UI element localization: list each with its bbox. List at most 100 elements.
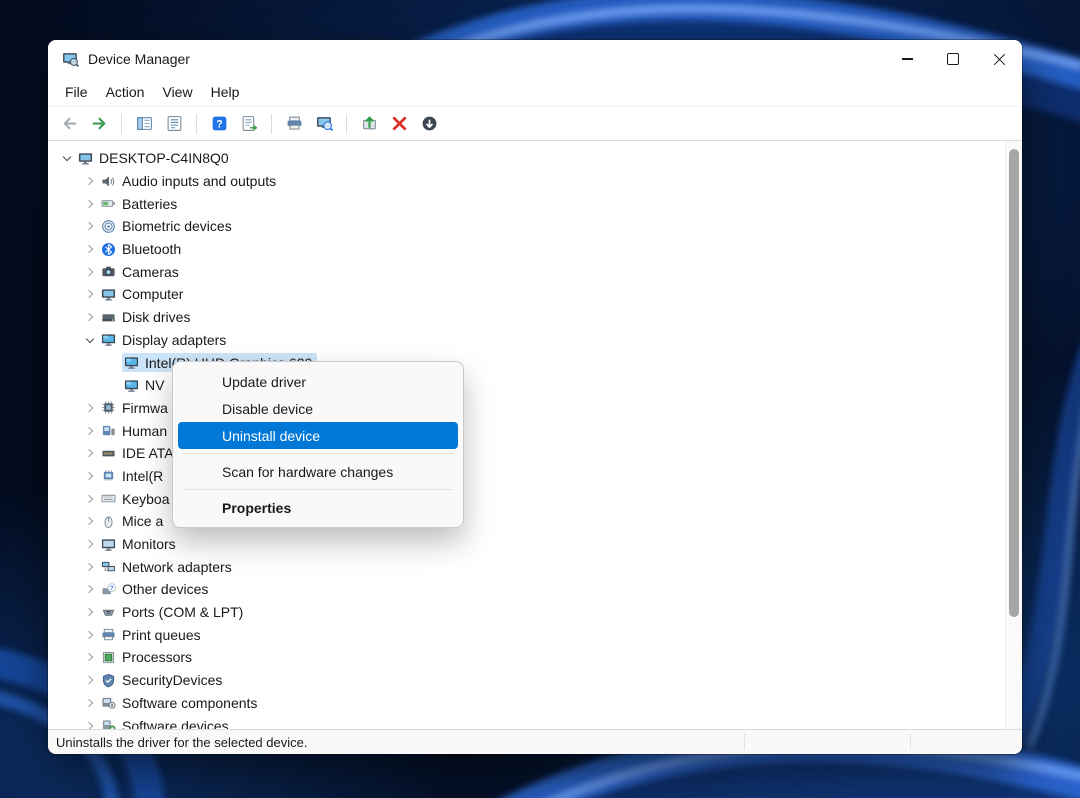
- menu-view[interactable]: View: [153, 81, 201, 103]
- chevron-right-icon[interactable]: [81, 535, 99, 553]
- scrollbar[interactable]: [1005, 141, 1022, 729]
- tree-item-label: Intel(R: [122, 469, 163, 483]
- update-driver-icon[interactable]: [356, 111, 382, 137]
- chevron-right-icon[interactable]: [81, 626, 99, 644]
- chevron-right-icon[interactable]: [81, 263, 99, 281]
- chevron-right-icon[interactable]: [81, 399, 99, 417]
- tree-item-label: Audio inputs and outputs: [122, 174, 276, 188]
- display-icon: [124, 355, 139, 370]
- unknown-icon: ?: [101, 582, 116, 597]
- minimize-button[interactable]: [884, 40, 930, 78]
- tree-item-software-components[interactable]: Software components: [48, 692, 1006, 715]
- chevron-right-icon[interactable]: [81, 558, 99, 576]
- chevron-right-icon[interactable]: [81, 308, 99, 326]
- menu-action[interactable]: Action: [97, 81, 154, 103]
- chevron-down-icon[interactable]: [58, 149, 76, 167]
- window-title: Device Manager: [88, 51, 190, 67]
- tree-item-print-queues[interactable]: Print queues: [48, 623, 1006, 646]
- tree-item-label: Software components: [122, 696, 257, 710]
- console-tree-icon[interactable]: [131, 111, 157, 137]
- disk-icon: [101, 310, 116, 325]
- chevron-right-icon[interactable]: [81, 717, 99, 729]
- scan-hardware-icon[interactable]: [311, 111, 337, 137]
- help-icon[interactable]: ?: [206, 111, 232, 137]
- firmware-icon: [101, 400, 116, 415]
- tree-item-biometric-devices[interactable]: Biometric devices: [48, 215, 1006, 238]
- chevron-right-icon[interactable]: [81, 422, 99, 440]
- tree-item-desktop-c4in8q0[interactable]: DESKTOP-C4IN8Q0: [48, 147, 1006, 170]
- context-menu-item-disable-device[interactable]: Disable device: [178, 395, 458, 422]
- tree-item-disk-drives[interactable]: Disk drives: [48, 306, 1006, 329]
- chevron-right-icon[interactable]: [81, 490, 99, 508]
- tree-item-cameras[interactable]: Cameras: [48, 260, 1006, 283]
- tree-item-label: NV: [145, 378, 164, 392]
- tree-item-bluetooth[interactable]: Bluetooth: [48, 238, 1006, 261]
- speaker-icon: [101, 174, 116, 189]
- chevron-right-icon[interactable]: [81, 444, 99, 462]
- tree-item-label: Batteries: [122, 197, 177, 211]
- uninstall-device-icon[interactable]: [386, 111, 412, 137]
- toolbar-separator: [121, 114, 122, 134]
- tree-item-label: Monitors: [122, 537, 176, 551]
- tree-item-label: Network adapters: [122, 560, 232, 574]
- context-menu-item-properties[interactable]: Properties: [178, 494, 458, 521]
- context-menu-item-uninstall-device[interactable]: Uninstall device: [178, 422, 458, 449]
- chevron-right-icon[interactable]: [81, 603, 99, 621]
- context-menu-item-update-driver[interactable]: Update driver: [178, 368, 458, 395]
- tree-item-label: Biometric devices: [122, 219, 232, 233]
- tree-item-audio-inputs-and-outputs[interactable]: Audio inputs and outputs: [48, 170, 1006, 193]
- chevron-right-icon[interactable]: [81, 172, 99, 190]
- tree-item-other-devices[interactable]: ?Other devices: [48, 578, 1006, 601]
- fingerprint-icon: [101, 219, 116, 234]
- context-menu-item-scan-for-hardware-changes[interactable]: Scan for hardware changes: [178, 458, 458, 485]
- port-icon: [101, 605, 116, 620]
- software2-icon: [101, 718, 116, 729]
- ide-icon: [101, 446, 116, 461]
- chevron-right-icon[interactable]: [81, 285, 99, 303]
- window-controls: [884, 40, 1022, 78]
- chevron-right-icon[interactable]: [81, 195, 99, 213]
- toolbar: ?: [48, 106, 1022, 141]
- camera-icon: [101, 264, 116, 279]
- tree-item-batteries[interactable]: Batteries: [48, 192, 1006, 215]
- print-icon[interactable]: [281, 111, 307, 137]
- tree-item-securitydevices[interactable]: SecurityDevices: [48, 669, 1006, 692]
- tree-item-label: Display adapters: [122, 333, 226, 347]
- maximize-button[interactable]: [930, 40, 976, 78]
- bluetooth-icon: [101, 242, 116, 257]
- export-list-icon[interactable]: [236, 111, 262, 137]
- forward-icon[interactable]: [86, 111, 112, 137]
- chevron-right-icon[interactable]: [81, 671, 99, 689]
- menu-help[interactable]: Help: [202, 81, 249, 103]
- tree-item-display-adapters[interactable]: Display adapters: [48, 329, 1006, 352]
- chevron-right-icon[interactable]: [81, 580, 99, 598]
- tree-item-ports-com-lpt[interactable]: Ports (COM & LPT): [48, 601, 1006, 624]
- disable-device-icon[interactable]: [416, 111, 442, 137]
- chevron-down-icon[interactable]: [81, 331, 99, 349]
- menu-file[interactable]: File: [56, 81, 97, 103]
- tree-item-label: SecurityDevices: [122, 673, 222, 687]
- chevron-right-icon[interactable]: [81, 217, 99, 235]
- tree-item-network-adapters[interactable]: Network adapters: [48, 555, 1006, 578]
- context-menu: Update driverDisable deviceUninstall dev…: [172, 361, 464, 528]
- tree-item-monitors[interactable]: Monitors: [48, 533, 1006, 556]
- close-button[interactable]: [976, 40, 1022, 78]
- chevron-right-icon[interactable]: [81, 512, 99, 530]
- pc-icon: [78, 151, 93, 166]
- desktop-wallpaper: Device Manager FileActionViewHelp ? DESK…: [0, 0, 1080, 798]
- tree-item-processors[interactable]: Processors: [48, 646, 1006, 669]
- tree-item-label: DESKTOP-C4IN8Q0: [99, 151, 229, 165]
- scrollbar-thumb[interactable]: [1009, 149, 1019, 617]
- title-bar[interactable]: Device Manager: [48, 40, 1022, 78]
- chevron-right-icon[interactable]: [81, 240, 99, 258]
- back-icon[interactable]: [56, 111, 82, 137]
- tree-item-label: Computer: [122, 287, 183, 301]
- chevron-right-icon[interactable]: [81, 467, 99, 485]
- tree-item-computer[interactable]: Computer: [48, 283, 1006, 306]
- chevron-right-icon[interactable]: [81, 648, 99, 666]
- processor-icon: [101, 650, 116, 665]
- tree-item-software-devices[interactable]: Software devices: [48, 714, 1006, 729]
- properties-icon[interactable]: [161, 111, 187, 137]
- battery-icon: [101, 196, 116, 211]
- chevron-right-icon[interactable]: [81, 694, 99, 712]
